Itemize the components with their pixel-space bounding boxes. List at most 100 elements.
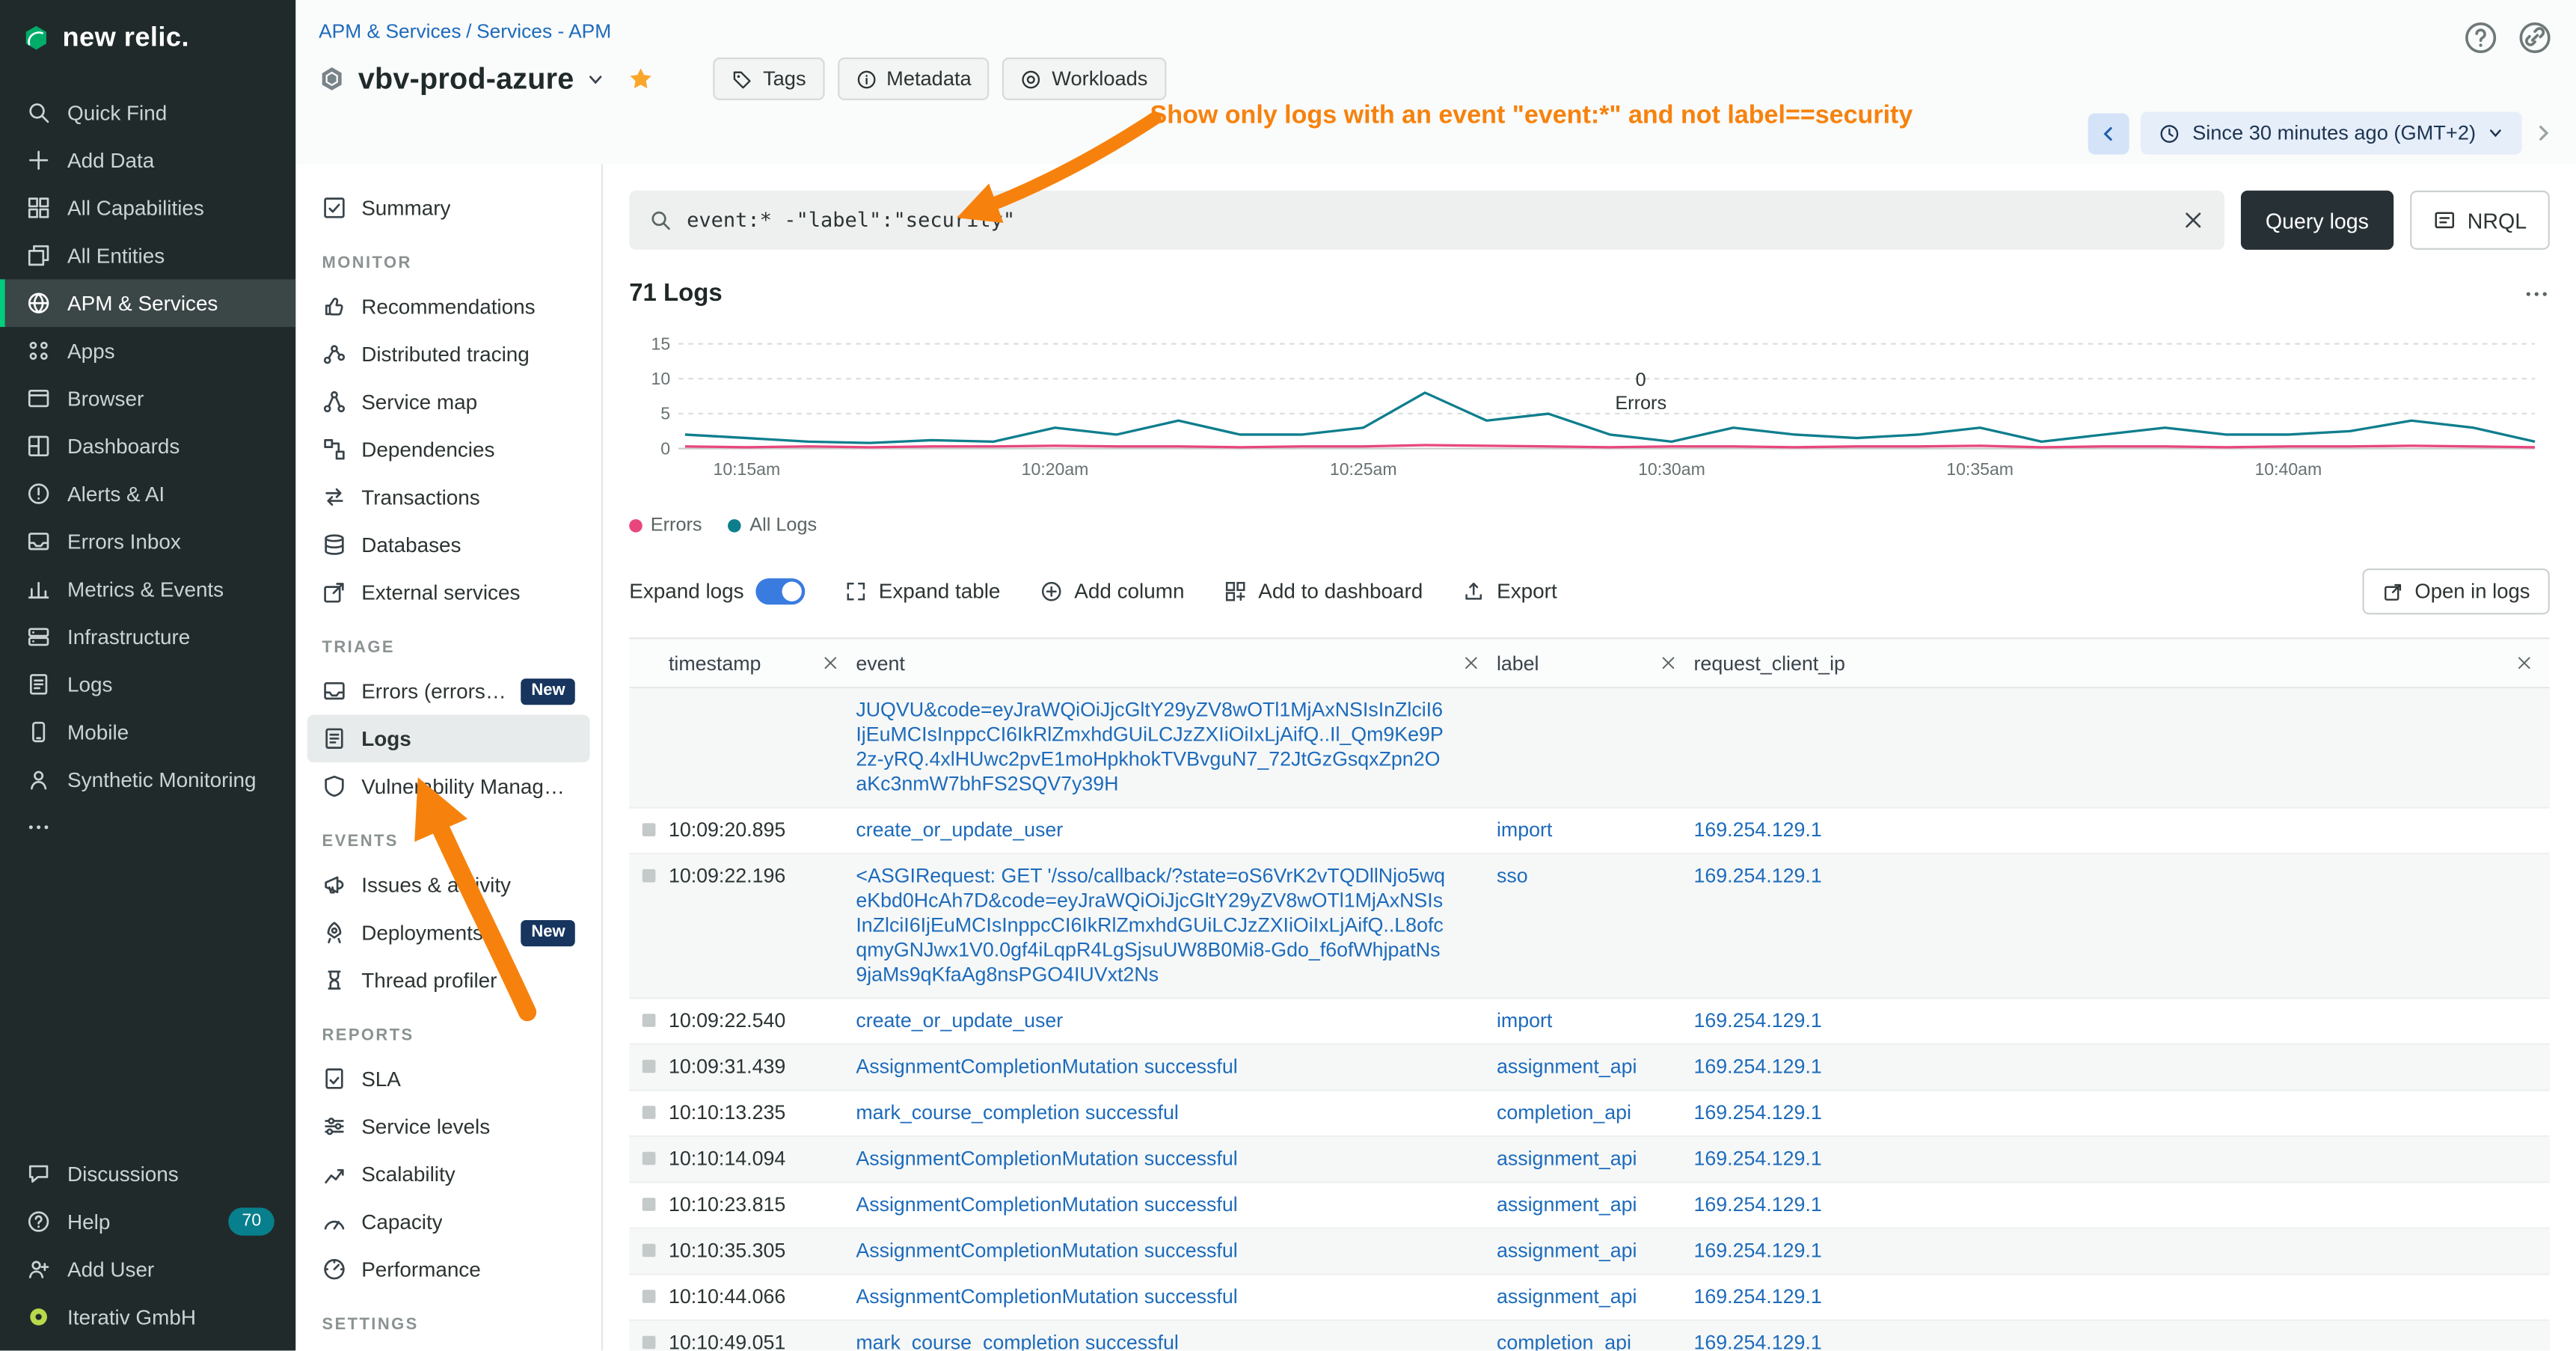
remove-column-icon[interactable] bbox=[1659, 654, 1677, 672]
event-link[interactable]: AssignmentCompletionMutation successful bbox=[856, 1147, 1237, 1170]
clear-query-icon[interactable] bbox=[2182, 209, 2205, 232]
request-client-ip-link[interactable]: 169.254.129.1 bbox=[1694, 818, 1822, 842]
new-relic-logo[interactable]: new relic. bbox=[0, 0, 295, 76]
subnav-item-service-levels[interactable]: Service levels bbox=[307, 1103, 590, 1151]
event-link[interactable]: mark_course_completion successful bbox=[856, 1331, 1178, 1350]
sidebar-item-help[interactable]: Help70 bbox=[0, 1198, 295, 1246]
request-client-ip-link[interactable]: 169.254.129.1 bbox=[1694, 1193, 1822, 1216]
request-client-ip-link[interactable]: 169.254.129.1 bbox=[1694, 1285, 1822, 1308]
help-question-icon[interactable] bbox=[2462, 19, 2498, 55]
label-link[interactable]: completion_api bbox=[1497, 1331, 1631, 1350]
sidebar-item-synthetic-monitoring[interactable]: Synthetic Monitoring bbox=[0, 756, 295, 803]
sidebar-item-discussions[interactable]: Discussions bbox=[0, 1151, 295, 1198]
more-options-icon[interactable] bbox=[2524, 280, 2550, 306]
request-client-ip-link[interactable]: 169.254.129.1 bbox=[1694, 1009, 1822, 1032]
subnav-item-recommendations[interactable]: Recommendations bbox=[307, 283, 590, 331]
sidebar-item-apm-services[interactable]: APM & Services bbox=[0, 279, 295, 327]
subnav-item-distributed-tracing[interactable]: Distributed tracing bbox=[307, 330, 590, 378]
sidebar-item-alerts-ai[interactable]: Alerts & AI bbox=[0, 470, 295, 518]
column-header-timestamp[interactable]: timestamp bbox=[669, 652, 856, 675]
column-header-event[interactable]: event bbox=[856, 652, 1497, 675]
add-column-button[interactable]: Add column bbox=[1040, 580, 1184, 603]
table-row[interactable]: 10:09:22.196<ASGIRequest: GET '/sso/call… bbox=[629, 854, 2550, 999]
sidebar-item-metrics-events[interactable]: Metrics & Events bbox=[0, 566, 295, 613]
sidebar-item-all-capabilities[interactable]: All Capabilities bbox=[0, 184, 295, 232]
sidebar-item-add-user[interactable]: Add User bbox=[0, 1246, 295, 1293]
event-link[interactable]: AssignmentCompletionMutation successful bbox=[856, 1239, 1237, 1262]
label-link[interactable]: assignment_api bbox=[1497, 1147, 1637, 1170]
subnav-item-performance[interactable]: Performance bbox=[307, 1246, 590, 1293]
event-link[interactable]: AssignmentCompletionMutation successful bbox=[856, 1055, 1237, 1078]
sidebar-item-logs[interactable]: Logs bbox=[0, 661, 295, 708]
tags-button[interactable]: Tags bbox=[714, 58, 824, 100]
entity-chevron-down-icon[interactable] bbox=[587, 70, 605, 88]
subnav-item-databases[interactable]: Databases bbox=[307, 521, 590, 569]
label-link[interactable]: sso bbox=[1497, 864, 1528, 887]
row-handle[interactable] bbox=[643, 1152, 656, 1165]
row-handle[interactable] bbox=[643, 1060, 656, 1073]
row-handle[interactable] bbox=[643, 1198, 656, 1211]
sidebar-item-iterativ-gmbh[interactable]: Iterativ GmbH bbox=[0, 1293, 295, 1341]
event-link[interactable]: JUQVU&code=eyJraWQiOiJjcGltY29yZV8wOTl1M… bbox=[856, 698, 1443, 795]
sidebar-item-apps[interactable]: Apps bbox=[0, 327, 295, 375]
subnav-item-deployments[interactable]: DeploymentsNew bbox=[307, 909, 590, 957]
table-row[interactable]: 10:09:31.439AssignmentCompletionMutation… bbox=[629, 1045, 2550, 1091]
request-client-ip-link[interactable]: 169.254.129.1 bbox=[1694, 1055, 1822, 1078]
remove-column-icon[interactable] bbox=[821, 654, 839, 672]
add-to-dashboard-button[interactable]: Add to dashboard bbox=[1224, 580, 1423, 603]
nrql-button[interactable]: NRQL bbox=[2410, 191, 2550, 250]
label-link[interactable]: import bbox=[1497, 1009, 1552, 1032]
legend-errors[interactable]: Errors bbox=[629, 516, 702, 536]
subnav-item-transactions[interactable]: Transactions bbox=[307, 474, 590, 521]
event-link[interactable]: create_or_update_user bbox=[856, 818, 1063, 842]
subnav-item-thread-profiler[interactable]: Thread profiler bbox=[307, 956, 590, 1004]
sidebar-item-quick-find[interactable]: Quick Find bbox=[0, 89, 295, 137]
subnav-item-errors-errors-inb[interactable]: Errors (errors inb...New bbox=[307, 667, 590, 715]
favorite-star-icon[interactable] bbox=[628, 66, 654, 92]
time-picker[interactable]: Since 30 minutes ago (GMT+2) bbox=[2141, 111, 2522, 154]
open-in-logs-button[interactable]: Open in logs bbox=[2362, 569, 2550, 615]
table-row[interactable]: 10:10:23.815AssignmentCompletionMutation… bbox=[629, 1183, 2550, 1229]
table-row[interactable]: 10:09:22.540create_or_update_userimport1… bbox=[629, 999, 2550, 1045]
row-handle[interactable] bbox=[643, 823, 656, 836]
row-handle[interactable] bbox=[643, 1290, 656, 1303]
sidebar-item-all-entities[interactable]: All Entities bbox=[0, 232, 295, 280]
breadcrumb-services-apm[interactable]: Services - APM bbox=[476, 19, 611, 43]
row-handle[interactable] bbox=[643, 869, 656, 883]
subnav-item-dependencies[interactable]: Dependencies bbox=[307, 426, 590, 474]
label-link[interactable]: assignment_api bbox=[1497, 1239, 1637, 1262]
request-client-ip-link[interactable]: 169.254.129.1 bbox=[1694, 864, 1822, 887]
request-client-ip-link[interactable]: 169.254.129.1 bbox=[1694, 1331, 1822, 1350]
time-back-button[interactable] bbox=[2089, 112, 2130, 153]
column-header-label[interactable]: label bbox=[1497, 652, 1694, 675]
expand-logs-toggle[interactable]: Expand logs bbox=[629, 578, 805, 604]
subnav-item-sla[interactable]: SLA bbox=[307, 1055, 590, 1103]
row-handle[interactable] bbox=[643, 1336, 656, 1350]
logs-query-input[interactable]: event:* -"label":"security" bbox=[629, 191, 2224, 250]
breadcrumb-apm-services[interactable]: APM & Services bbox=[319, 19, 461, 43]
expand-table-button[interactable]: Expand table bbox=[844, 580, 1001, 603]
request-client-ip-link[interactable]: 169.254.129.1 bbox=[1694, 1147, 1822, 1170]
sidebar-item-add-data[interactable]: Add Data bbox=[0, 136, 295, 184]
label-link[interactable]: assignment_api bbox=[1497, 1055, 1637, 1078]
sidebar-item-mobile[interactable]: Mobile bbox=[0, 708, 295, 756]
table-row[interactable]: 10:10:14.094AssignmentCompletionMutation… bbox=[629, 1137, 2550, 1183]
export-button[interactable]: Export bbox=[1462, 580, 1557, 603]
subnav-item-logs[interactable]: Logs bbox=[307, 714, 590, 762]
event-link[interactable]: AssignmentCompletionMutation successful bbox=[856, 1193, 1237, 1216]
row-handle[interactable] bbox=[643, 1106, 656, 1119]
column-header-request-client-ip[interactable]: request_client_ip bbox=[1694, 652, 2550, 675]
label-link[interactable]: assignment_api bbox=[1497, 1285, 1637, 1308]
subnav-item-external-services[interactable]: External services bbox=[307, 569, 590, 616]
label-link[interactable]: import bbox=[1497, 818, 1552, 842]
label-link[interactable]: assignment_api bbox=[1497, 1193, 1637, 1216]
table-row[interactable]: 10:09:20.895create_or_update_userimport1… bbox=[629, 809, 2550, 855]
sidebar-item-browser[interactable]: Browser bbox=[0, 375, 295, 423]
table-row[interactable]: JUQVU&code=eyJraWQiOiJjcGltY29yZV8wOTl1M… bbox=[629, 688, 2550, 808]
request-client-ip-link[interactable]: 169.254.129.1 bbox=[1694, 1101, 1822, 1124]
event-link[interactable]: mark_course_completion successful bbox=[856, 1101, 1178, 1124]
event-link[interactable]: AssignmentCompletionMutation successful bbox=[856, 1285, 1237, 1308]
time-forward-chevron-icon[interactable] bbox=[2533, 123, 2553, 143]
label-link[interactable]: completion_api bbox=[1497, 1101, 1631, 1124]
event-link[interactable]: create_or_update_user bbox=[856, 1009, 1063, 1032]
